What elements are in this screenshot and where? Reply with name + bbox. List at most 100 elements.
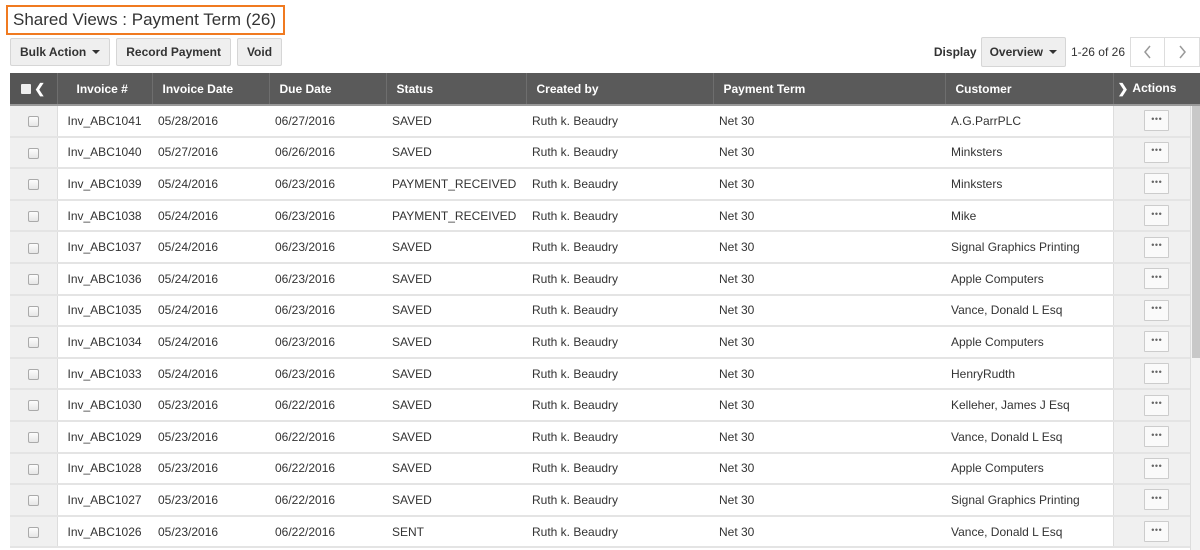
row-select-cell[interactable] — [10, 357, 58, 391]
row-select-cell[interactable] — [10, 231, 58, 264]
row-checkbox[interactable] — [27, 147, 39, 159]
row-select-cell[interactable] — [10, 105, 58, 138]
row-actions-cell: ••• — [1112, 326, 1200, 359]
table-row[interactable]: Inv_ABC1035 05/24/2016 06/23/2016 SAVED Ruth… — [10, 294, 1200, 328]
row-actions-button[interactable]: ••• — [1144, 331, 1170, 353]
payment-term-cell: Net 30 — [713, 294, 945, 328]
more-dots-icon: ••• — [1151, 524, 1163, 535]
row-select-cell[interactable] — [10, 326, 58, 359]
row-actions-button[interactable]: ••• — [1144, 141, 1170, 163]
row-select-cell[interactable] — [10, 484, 58, 517]
row-checkbox[interactable] — [27, 337, 39, 349]
invoice-date-cell: 05/27/2016 — [152, 136, 269, 170]
row-checkbox[interactable] — [27, 116, 39, 128]
due-date-cell: 06/22/2016 — [269, 452, 386, 486]
table-row[interactable]: Inv_ABC1030 05/23/2016 06/22/2016 SAVED Ruth… — [10, 389, 1200, 422]
created-by-cell: Ruth k. Beaudry — [526, 389, 713, 422]
customer-cell: Vance, Donald L Esq — [945, 294, 1113, 328]
row-checkbox[interactable] — [27, 242, 39, 254]
invoice-number-cell: Inv_ABC1040 — [57, 136, 152, 170]
table-row[interactable]: Inv_ABC1033 05/24/2016 06/23/2016 SAVED Ruth… — [10, 357, 1200, 391]
table-row[interactable]: Inv_ABC1029 05/23/2016 06/22/2016 SAVED Ruth… — [10, 420, 1200, 454]
more-dots-icon: ••• — [1151, 461, 1163, 472]
table-row[interactable]: Inv_ABC1027 05/23/2016 06/22/2016 SAVED Ruth… — [10, 484, 1200, 517]
record-payment-button[interactable]: Record Payment — [116, 38, 231, 66]
void-button[interactable]: Void — [236, 38, 283, 66]
page-title: Shared Views : Payment Term (26) — [6, 5, 285, 35]
row-checkbox[interactable] — [27, 179, 39, 191]
row-checkbox[interactable] — [27, 495, 39, 507]
column-header-created-by[interactable]: Created by — [526, 73, 714, 106]
row-actions-button[interactable]: ••• — [1144, 521, 1170, 543]
row-checkbox[interactable] — [27, 210, 39, 222]
row-checkbox[interactable] — [27, 463, 39, 475]
status-cell: PAYMENT_RECEIVED — [386, 199, 526, 233]
row-actions-button[interactable]: ••• — [1144, 457, 1170, 479]
row-actions-button[interactable]: ••• — [1144, 426, 1170, 448]
select-all-checkbox[interactable] — [21, 83, 32, 94]
column-header-invoice-no[interactable]: Invoice # — [57, 73, 153, 106]
table-row[interactable]: Inv_ABC1028 05/23/2016 06/22/2016 SAVED Ruth… — [10, 452, 1200, 486]
table-row[interactable]: Inv_ABC1041 05/28/2016 06/27/2016 SAVED Ruth… — [10, 105, 1200, 138]
bulk-action-button[interactable]: Bulk Action — [10, 38, 111, 66]
select-all-header[interactable]: ❮ — [10, 73, 58, 106]
row-select-cell[interactable] — [10, 168, 58, 201]
table-row[interactable]: Inv_ABC1026 05/23/2016 06/22/2016 SENT Ruth … — [10, 515, 1200, 549]
row-actions-button[interactable]: ••• — [1144, 268, 1170, 290]
row-checkbox[interactable] — [27, 368, 39, 380]
column-header-due-date[interactable]: Due Date — [269, 73, 387, 106]
status-cell: SAVED — [386, 262, 526, 296]
invoice-date-cell: 05/24/2016 — [152, 326, 269, 359]
row-actions-button[interactable]: ••• — [1144, 299, 1170, 321]
table-row[interactable]: Inv_ABC1034 05/24/2016 06/23/2016 SAVED Ruth… — [10, 326, 1200, 359]
invoice-date-cell: 05/24/2016 — [152, 168, 269, 201]
column-header-invoice-date[interactable]: Invoice Date — [152, 73, 270, 106]
invoice-date-cell: 05/28/2016 — [152, 105, 269, 138]
row-actions-button[interactable]: ••• — [1144, 236, 1170, 258]
display-select[interactable]: Overview — [980, 37, 1066, 67]
column-header-customer[interactable]: Customer — [945, 73, 1114, 106]
more-dots-icon: ••• — [1151, 492, 1163, 503]
table-row[interactable]: Inv_ABC1040 05/27/2016 06/26/2016 SAVED Ruth… — [10, 136, 1200, 170]
vertical-scrollbar[interactable] — [1190, 106, 1200, 550]
row-actions-button[interactable]: ••• — [1144, 110, 1170, 132]
due-date-cell: 06/23/2016 — [269, 294, 386, 328]
row-actions-button[interactable]: ••• — [1144, 173, 1170, 195]
prev-page-button[interactable] — [1130, 37, 1165, 67]
row-select-cell[interactable] — [10, 452, 58, 486]
row-select-cell[interactable] — [10, 515, 58, 549]
display-select-value: Overview — [989, 45, 1043, 59]
row-actions-button[interactable]: ••• — [1144, 489, 1170, 511]
column-header-status[interactable]: Status — [386, 73, 527, 106]
row-select-cell[interactable] — [10, 294, 58, 328]
row-select-cell[interactable] — [10, 389, 58, 422]
row-actions-button[interactable]: ••• — [1144, 205, 1170, 227]
row-checkbox[interactable] — [27, 526, 39, 538]
row-checkbox[interactable] — [27, 432, 39, 444]
row-checkbox[interactable] — [27, 305, 39, 317]
chevron-right-icon[interactable]: ❯ — [1118, 81, 1129, 96]
invoice-date-cell: 05/24/2016 — [152, 231, 269, 264]
row-actions-button[interactable]: ••• — [1144, 394, 1170, 416]
row-actions-button[interactable]: ••• — [1144, 363, 1170, 385]
row-select-cell[interactable] — [10, 199, 58, 233]
table-row[interactable]: Inv_ABC1037 05/24/2016 06/23/2016 SAVED Ruth… — [10, 231, 1200, 264]
row-actions-cell: ••• — [1112, 452, 1200, 486]
next-page-button[interactable] — [1165, 37, 1200, 67]
column-header-actions[interactable]: ❯ Actions — [1113, 73, 1200, 106]
chevron-left-icon[interactable]: ❮ — [34, 81, 45, 96]
table-row[interactable]: Inv_ABC1039 05/24/2016 06/23/2016 PAYMENT_R… — [10, 168, 1200, 201]
column-header-payment-term[interactable]: Payment Term — [713, 73, 946, 106]
row-actions-cell: ••• — [1112, 136, 1200, 170]
row-select-cell[interactable] — [10, 420, 58, 454]
table-row[interactable]: Inv_ABC1038 05/24/2016 06/23/2016 PAYMENT_R… — [10, 199, 1200, 233]
row-checkbox[interactable] — [27, 400, 39, 412]
scrollbar-thumb[interactable] — [1192, 106, 1200, 358]
row-select-cell[interactable] — [10, 136, 58, 170]
row-checkbox[interactable] — [27, 274, 39, 286]
row-actions-cell: ••• — [1112, 484, 1200, 517]
row-select-cell[interactable] — [10, 262, 58, 296]
invoice-number-cell: Inv_ABC1026 — [57, 515, 152, 549]
table-row[interactable]: Inv_ABC1036 05/24/2016 06/23/2016 SAVED Ruth… — [10, 262, 1200, 296]
page-range: 1-26 of 26 — [1070, 45, 1125, 59]
